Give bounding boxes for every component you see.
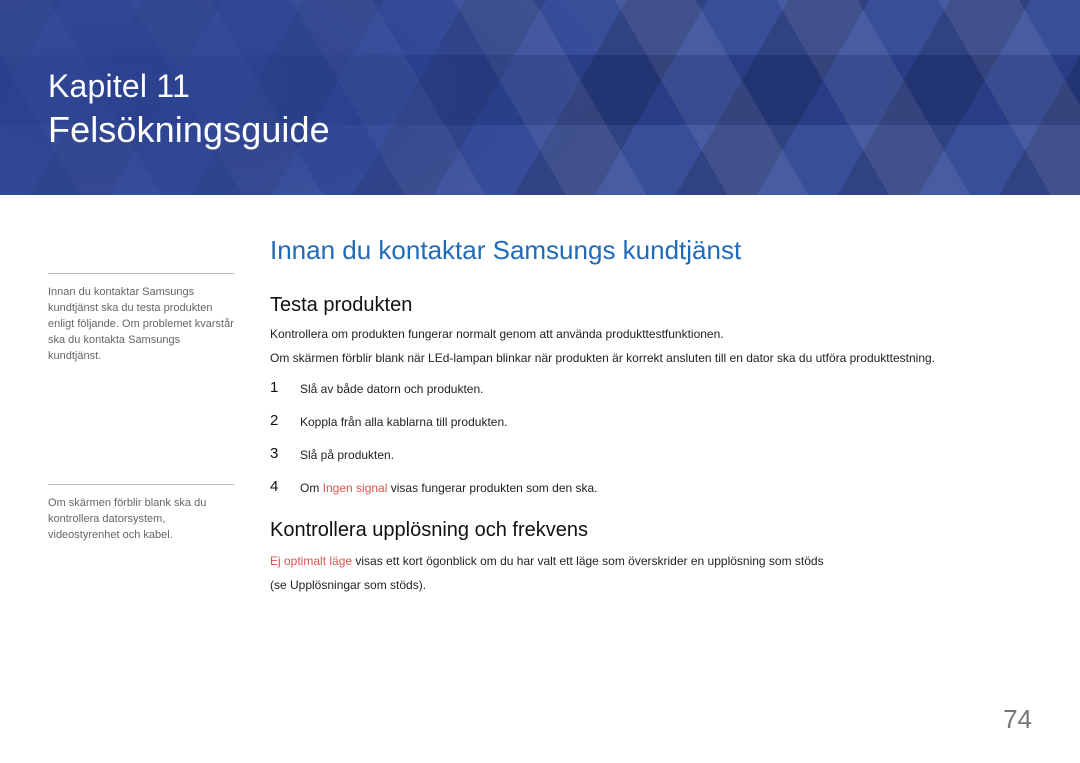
document-page: Kapitel 11 Felsökningsguide Innan du kon…	[0, 0, 1080, 763]
margin-note-2-block: Om skärmen förblir blank ska du kontroll…	[48, 484, 234, 543]
step-text: Koppla från alla kablarna till produkten…	[300, 412, 507, 431]
body-text-span: visas ett kort ögonblick om du har valt …	[352, 554, 824, 568]
margin-notes-column: Innan du kontaktar Samsungs kundtjänst s…	[48, 235, 234, 594]
body-paragraph: Ej optimalt läge visas ett kort ögonblic…	[270, 552, 1032, 570]
header-titles: Kapitel 11 Felsökningsguide	[48, 68, 330, 151]
step-text-post: visas fungerar produkten som den ska.	[387, 481, 597, 495]
note-rule	[48, 273, 234, 274]
keyword: Ej optimalt läge	[270, 554, 352, 568]
chapter-title: Felsökningsguide	[48, 109, 330, 151]
page-number: 74	[1003, 704, 1032, 735]
chapter-header-band: Kapitel 11 Felsökningsguide	[0, 0, 1080, 195]
step-item: 4 Om Ingen signal visas fungerar produkt…	[270, 478, 1032, 497]
step-number: 4	[270, 478, 284, 497]
step-item: 1 Slå av både datorn och produkten.	[270, 379, 1032, 398]
step-keyword: Ingen signal	[323, 481, 388, 495]
margin-note-1: Innan du kontaktar Samsungs kundtjänst s…	[48, 284, 234, 364]
numbered-steps: 1 Slå av både datorn och produkten. 2 Ko…	[270, 379, 1032, 497]
step-text: Om Ingen signal visas fungerar produkten…	[300, 478, 598, 497]
subsection-title-2: Kontrollera upplösning och frekvens	[270, 519, 1032, 542]
note-rule	[48, 484, 234, 485]
step-item: 2 Koppla från alla kablarna till produkt…	[270, 412, 1032, 431]
body-paragraph: Om skärmen förblir blank när LEd-lampan …	[270, 349, 1032, 367]
section-title: Innan du kontaktar Samsungs kundtjänst	[270, 235, 1032, 266]
step-item: 3 Slå på produkten.	[270, 445, 1032, 464]
subsection-2-block: Kontrollera upplösning och frekvens Ej o…	[270, 519, 1032, 594]
step-number: 1	[270, 379, 284, 398]
step-number: 3	[270, 445, 284, 464]
step-text-pre: Om	[300, 481, 323, 495]
step-text: Slå av både datorn och produkten.	[300, 379, 483, 398]
body-paragraph: (se Upplösningar som stöds).	[270, 576, 1032, 594]
main-content-column: Innan du kontaktar Samsungs kundtjänst T…	[270, 235, 1032, 594]
chapter-number: Kapitel 11	[48, 68, 330, 105]
step-text: Slå på produkten.	[300, 445, 394, 464]
body-paragraph: Kontrollera om produkten fungerar normal…	[270, 325, 1032, 343]
step-number: 2	[270, 412, 284, 431]
margin-note-2: Om skärmen förblir blank ska du kontroll…	[48, 495, 234, 543]
page-body: Innan du kontaktar Samsungs kundtjänst s…	[0, 195, 1080, 763]
margin-note-1-block: Innan du kontaktar Samsungs kundtjänst s…	[48, 273, 234, 364]
subsection-title-1: Testa produkten	[270, 294, 1032, 317]
